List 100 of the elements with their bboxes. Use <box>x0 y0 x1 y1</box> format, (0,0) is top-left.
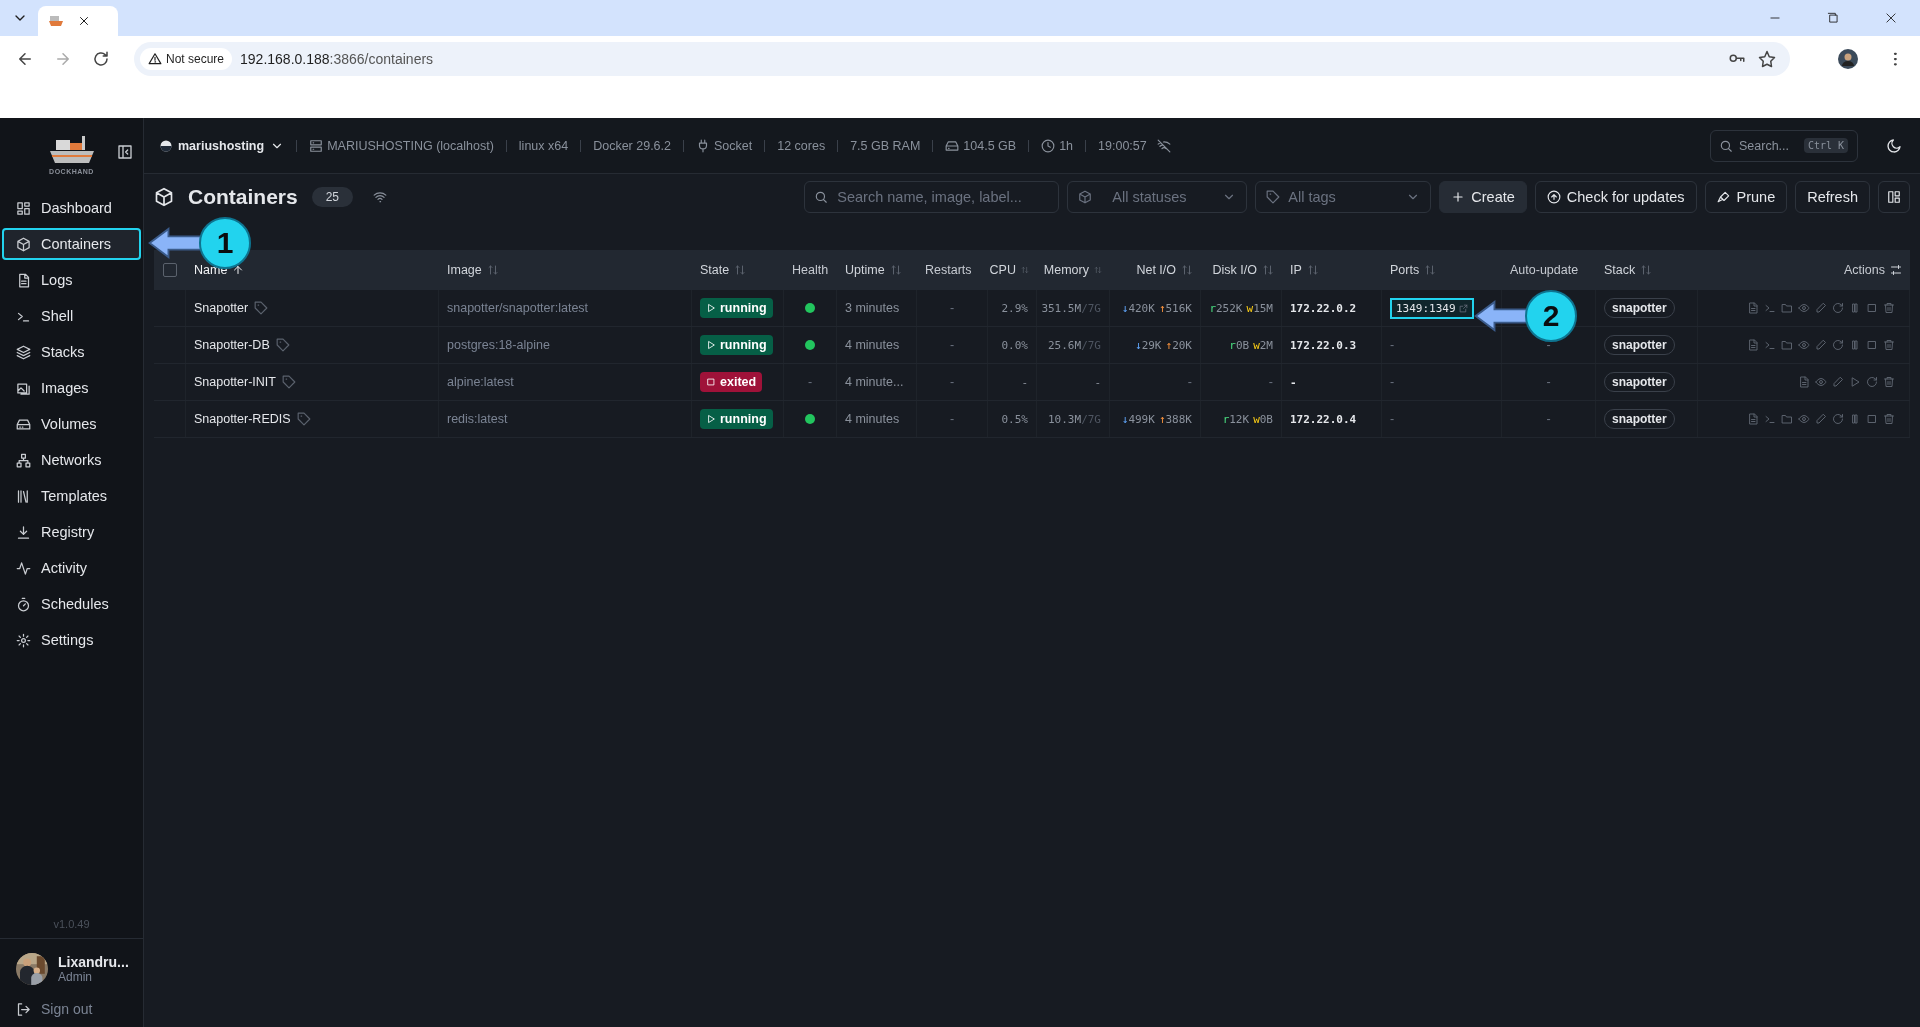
sidebar-item[interactable]: Volumes <box>2 408 141 440</box>
sidebar-item[interactable]: Activity <box>2 552 141 584</box>
forward-icon[interactable] <box>54 50 72 68</box>
profile-avatar-icon[interactable] <box>1838 49 1858 69</box>
sidebar-item[interactable]: Shell <box>2 300 141 332</box>
disk-write-value: w2M <box>1253 338 1273 352</box>
pencil-icon[interactable] <box>1832 376 1844 388</box>
play-icon[interactable] <box>1849 376 1861 388</box>
stop-icon[interactable] <box>1866 339 1878 351</box>
refresh-button[interactable]: Refresh <box>1795 181 1870 213</box>
sign-out-link[interactable]: Sign out <box>0 997 143 1027</box>
eye-icon[interactable] <box>1815 376 1827 388</box>
restart-icon[interactable] <box>1866 376 1878 388</box>
layout-button[interactable] <box>1878 181 1910 213</box>
prune-button[interactable]: Prune <box>1704 181 1788 213</box>
back-icon[interactable] <box>16 50 34 68</box>
column-header[interactable]: Ports <box>1390 263 1437 277</box>
pause-icon[interactable] <box>1849 339 1861 351</box>
column-header[interactable]: Uptime <box>845 263 902 277</box>
column-header[interactable]: Stack <box>1604 263 1653 277</box>
restart-icon[interactable] <box>1832 413 1844 425</box>
sidebar-item[interactable]: Images <box>2 372 141 404</box>
close-icon[interactable] <box>78 15 90 27</box>
sidebar-item[interactable]: Registry <box>2 516 141 548</box>
star-icon[interactable] <box>1758 50 1776 68</box>
eye-icon[interactable] <box>1798 302 1810 314</box>
net-in-value: ↓29K <box>1135 338 1162 352</box>
trash-icon[interactable] <box>1883 413 1895 425</box>
sidebar-item[interactable]: Networks <box>2 444 141 476</box>
restart-icon[interactable] <box>1832 339 1844 351</box>
eye-icon[interactable] <box>1798 413 1810 425</box>
folder-icon[interactable] <box>1781 302 1793 314</box>
restart-icon[interactable] <box>1832 302 1844 314</box>
tag-icon[interactable] <box>275 338 290 352</box>
pause-icon[interactable] <box>1849 413 1861 425</box>
sidebar-item[interactable]: Logs <box>2 264 141 296</box>
column-header[interactable]: Image <box>447 263 499 277</box>
column-header[interactable]: Restarts <box>925 263 972 277</box>
column-header[interactable]: IP <box>1290 263 1319 277</box>
document-icon[interactable] <box>1747 339 1759 351</box>
column-header[interactable]: Auto-update <box>1510 263 1579 277</box>
environment-selector[interactable]: mariushosting <box>160 138 285 153</box>
stop-icon[interactable] <box>1866 302 1878 314</box>
column-header[interactable]: State <box>700 263 747 277</box>
uptime-value: 4 minutes <box>845 412 900 426</box>
sliders-icon[interactable] <box>1890 264 1902 276</box>
column-header[interactable]: CPU <box>989 263 1029 277</box>
pencil-icon[interactable] <box>1815 302 1827 314</box>
tag-icon <box>1266 190 1281 204</box>
tags-dropdown[interactable]: All tags <box>1255 181 1432 213</box>
restore-icon[interactable] <box>1826 11 1840 25</box>
document-icon[interactable] <box>1798 376 1810 388</box>
stop-icon[interactable] <box>1866 413 1878 425</box>
column-header[interactable]: Memory <box>1043 263 1102 277</box>
container-name[interactable]: Snapotter-DB <box>194 338 270 352</box>
pencil-icon[interactable] <box>1815 413 1827 425</box>
sidebar-item[interactable]: Templates <box>2 480 141 512</box>
pause-icon[interactable] <box>1849 302 1861 314</box>
column-header[interactable]: Actions <box>1844 263 1885 277</box>
column-header[interactable]: Disk I/O <box>1212 263 1274 277</box>
search-field[interactable]: Search name, image, label... <box>804 181 1060 213</box>
tag-icon[interactable] <box>282 375 296 389</box>
sidebar-item[interactable]: Containers <box>2 228 141 260</box>
column-header[interactable]: Net I/O <box>1136 263 1193 277</box>
tag-icon[interactable] <box>254 301 269 315</box>
sidebar-item[interactable]: Dashboard <box>2 192 141 224</box>
cube-icon <box>154 187 174 207</box>
moon-icon[interactable] <box>1886 137 1902 154</box>
reload-icon[interactable] <box>92 50 110 68</box>
trash-icon[interactable] <box>1883 339 1895 351</box>
terminal-icon[interactable] <box>1764 339 1776 351</box>
security-chip[interactable]: Not secure <box>140 48 233 70</box>
pencil-icon[interactable] <box>1815 339 1827 351</box>
close-icon[interactable] <box>1884 11 1898 25</box>
terminal-icon[interactable] <box>1764 302 1776 314</box>
folder-icon[interactable] <box>1781 339 1793 351</box>
sidebar-item[interactable]: Schedules <box>2 588 141 620</box>
updates-button[interactable]: Check for updates <box>1534 181 1697 213</box>
folder-icon[interactable] <box>1781 413 1793 425</box>
document-icon[interactable] <box>1747 413 1759 425</box>
select-all-checkbox[interactable] <box>163 263 177 277</box>
column-header[interactable]: Health <box>792 263 829 277</box>
sidebar-item[interactable]: Settings <box>2 624 141 656</box>
sidebar-collapse-icon[interactable] <box>117 144 133 160</box>
port-link[interactable]: 1349:1349 <box>1390 297 1474 319</box>
document-icon[interactable] <box>1747 302 1759 314</box>
trash-icon[interactable] <box>1883 302 1895 314</box>
eye-icon[interactable] <box>1798 339 1810 351</box>
container-name[interactable]: Snapotter-REDIS <box>194 412 291 426</box>
address-field[interactable]: Not secure 192.168.0.188:3866/containers <box>134 42 1790 76</box>
image-name: postgres:18-alpine <box>447 338 550 352</box>
sidebar-item[interactable]: Stacks <box>2 336 141 368</box>
create-button[interactable]: Create <box>1439 181 1527 213</box>
terminal-icon[interactable] <box>1764 413 1776 425</box>
ip-address: - <box>1290 375 1297 389</box>
trash-icon[interactable] <box>1883 376 1895 388</box>
container-name[interactable]: Snapotter-INIT <box>194 375 276 389</box>
status-dropdown[interactable]: All statuses <box>1067 181 1248 213</box>
tag-icon[interactable] <box>296 412 311 426</box>
container-name[interactable]: Snapotter <box>194 301 249 315</box>
